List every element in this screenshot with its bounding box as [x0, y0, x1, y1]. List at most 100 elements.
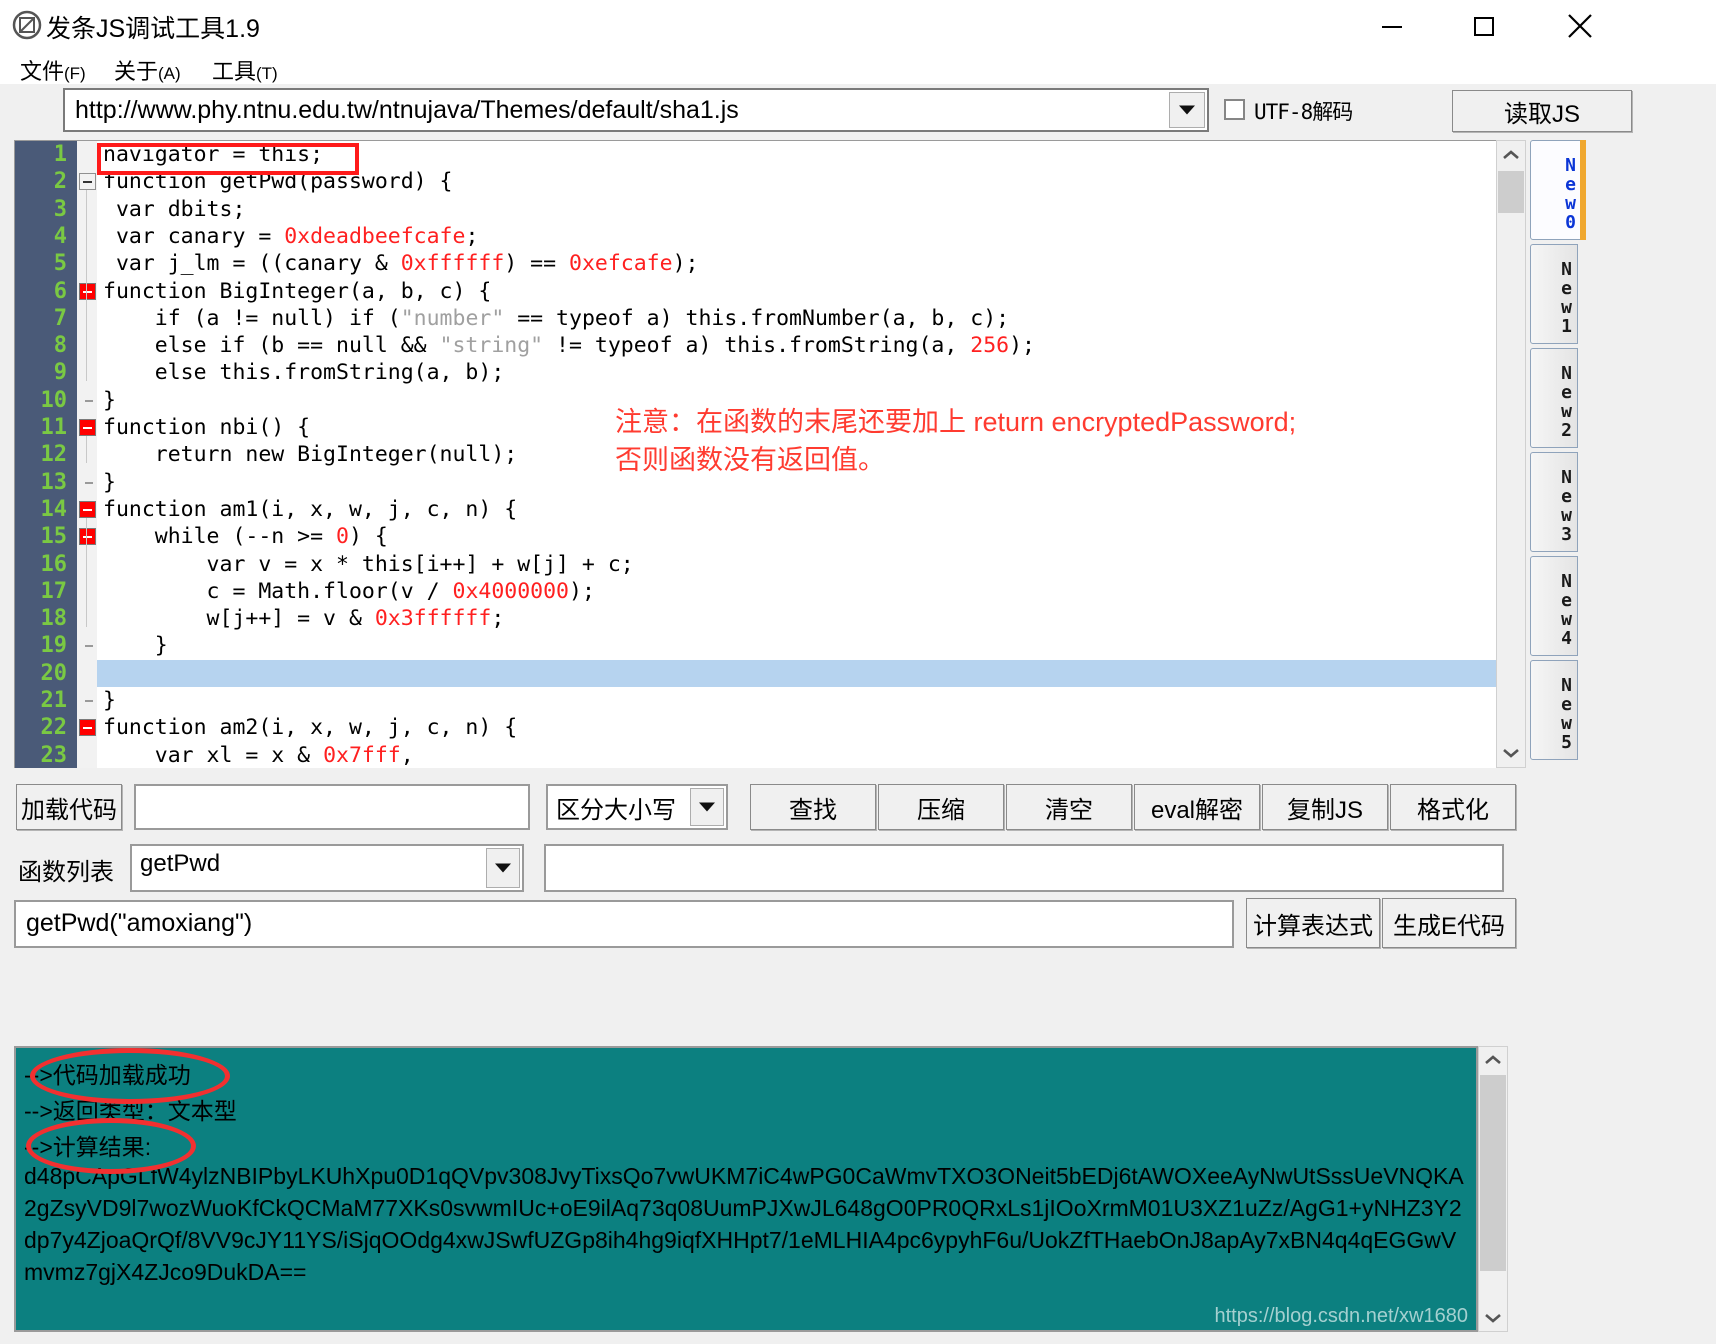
expression-input-value[interactable]: getPwd("amoxiang") [26, 909, 252, 938]
eval-decrypt-button[interactable]: eval解密 [1134, 784, 1260, 830]
case-sensitivity-dropdown-button[interactable] [690, 788, 724, 826]
highlight-box-annotation [97, 143, 359, 175]
url-input[interactable]: http://www.phy.ntnu.edu.tw/ntnujava/Them… [75, 96, 739, 125]
scroll-down-button[interactable] [1497, 739, 1525, 767]
console-scroll-up-button[interactable] [1479, 1047, 1507, 1073]
close-button[interactable] [1534, 0, 1626, 52]
url-combobox[interactable]: http://www.phy.ntnu.edu.tw/ntnujava/Them… [63, 88, 1209, 132]
utf8-checkbox[interactable] [1224, 99, 1245, 120]
document-tab-new1[interactable]: New1 [1530, 244, 1578, 344]
fold-toggle-icon[interactable] [79, 283, 96, 300]
document-tab-new3[interactable]: New3 [1530, 452, 1578, 552]
code-line[interactable]: while (--n >= 0) { [103, 523, 388, 550]
function-list-dropdown-button[interactable] [486, 848, 520, 888]
menu-tools-key: (T) [256, 64, 278, 83]
code-line[interactable]: } [103, 632, 168, 659]
code-line[interactable]: } [103, 469, 116, 496]
function-list-select[interactable]: getPwd [130, 844, 524, 892]
case-sensitivity-select[interactable]: 区分大小写 [546, 784, 728, 830]
fold-toggle-icon[interactable] [79, 173, 96, 190]
scroll-up-button[interactable] [1497, 141, 1525, 169]
document-tab-label: New0 [1531, 141, 1581, 239]
code-line[interactable]: var dbits; [103, 196, 245, 223]
output-console[interactable]: -->代码加载成功 -->返回类型：文本型 -->计算结果: d48pCApGL… [14, 1046, 1478, 1332]
url-bar-row: http://www.phy.ntnu.edu.tw/ntnujava/Them… [0, 88, 1716, 138]
case-sensitivity-value: 区分大小写 [556, 790, 676, 825]
fold-toggle-icon[interactable] [79, 501, 96, 518]
document-tabstrip[interactable]: New0 New1New2New3New4New5 [1530, 140, 1590, 768]
fold-column [77, 141, 97, 768]
code-line[interactable]: function am2(i, x, w, j, c, n) { [103, 714, 517, 741]
console-vertical-scrollbar[interactable] [1478, 1046, 1508, 1332]
line-number: 11 [15, 414, 67, 441]
line-number: 4 [15, 223, 67, 250]
line-number: 7 [15, 305, 67, 332]
code-line[interactable]: w[j++] = v & 0x3ffffff; [103, 605, 504, 632]
document-tab-new0[interactable]: New0 [1530, 140, 1582, 240]
code-line[interactable]: var canary = 0xdeadbeefcafe; [103, 223, 478, 250]
code-line[interactable]: var v = x * this[i++] + w[j] + c; [103, 551, 634, 578]
code-line[interactable]: function am1(i, x, w, j, c, n) { [103, 496, 517, 523]
calc-expression-button[interactable]: 计算表达式 [1246, 898, 1380, 948]
chevron-down-icon [699, 803, 715, 812]
line-number: 5 [15, 250, 67, 277]
active-tab-marker [1580, 140, 1586, 240]
menu-about-label: 关于 [114, 59, 158, 84]
fold-guide-line [86, 436, 87, 463]
url-dropdown-button[interactable] [1169, 92, 1205, 128]
fold-toggle-icon[interactable] [79, 419, 96, 436]
fold-end-marker [85, 400, 93, 402]
menu-file-key: (F) [64, 64, 86, 83]
read-js-button[interactable]: 读取JS [1452, 90, 1632, 132]
console-scrollbar-thumb[interactable] [1480, 1075, 1506, 1271]
fold-toggle-icon[interactable] [79, 719, 96, 736]
menu-tools[interactable]: 工具(T) [208, 52, 282, 88]
red-note-annotation: 注意：在函数的末尾还要加上 return encryptedPassword; … [615, 403, 1296, 479]
code-line[interactable]: else this.fromString(a, b); [103, 359, 504, 386]
menu-bar: 文件(F) 关于(A) 工具(T) [0, 52, 1716, 84]
annotation-ellipse-result [26, 1118, 196, 1174]
menu-file[interactable]: 文件(F) [16, 52, 90, 88]
document-tab-new4[interactable]: New4 [1530, 556, 1578, 656]
document-tab-new2[interactable]: New2 [1530, 348, 1578, 448]
code-editor[interactable]: navigator = this;function getPwd(passwor… [14, 140, 1496, 768]
editor-vertical-scrollbar[interactable] [1496, 140, 1526, 768]
maximize-button[interactable] [1438, 0, 1530, 52]
code-line[interactable]: } [103, 387, 116, 414]
menu-about-key: (A) [158, 64, 181, 83]
menu-tools-label: 工具 [212, 59, 256, 84]
app-icon [12, 10, 42, 40]
line-number: 15 [15, 523, 67, 550]
line-number: 10 [15, 387, 67, 414]
code-line[interactable]: if (a != null) if ("number" == typeof a)… [103, 305, 1009, 332]
document-tab-new5[interactable]: New5 [1530, 660, 1578, 760]
code-line[interactable]: function nbi() { [103, 414, 310, 441]
menu-about[interactable]: 关于(A) [110, 52, 185, 88]
search-input[interactable] [134, 784, 530, 830]
compress-button[interactable]: 压缩 [878, 784, 1004, 830]
load-code-button[interactable]: 加载代码 [16, 784, 122, 830]
scrollbar-thumb[interactable] [1498, 171, 1524, 213]
code-line[interactable]: function BigInteger(a, b, c) { [103, 278, 491, 305]
fold-toggle-icon[interactable] [79, 528, 96, 545]
console-scroll-down-button[interactable] [1479, 1305, 1507, 1331]
line-number: 9 [15, 359, 67, 386]
code-line[interactable]: var j_lm = ((canary & 0xffffff) == 0xefc… [103, 250, 698, 277]
minimize-button[interactable] [1346, 0, 1438, 52]
function-side-input[interactable] [544, 844, 1504, 892]
code-line[interactable]: } [103, 687, 116, 714]
code-line[interactable]: else if (b == null && "string" != typeof… [103, 332, 1035, 359]
line-number: 20 [15, 660, 67, 687]
function-list-value: getPwd [140, 850, 220, 878]
copy-js-button[interactable]: 复制JS [1262, 784, 1388, 830]
format-button[interactable]: 格式化 [1390, 784, 1516, 830]
code-line[interactable]: var xl = x & 0x7fff, [103, 742, 414, 768]
generate-e-code-button[interactable]: 生成E代码 [1382, 898, 1516, 948]
fold-end-marker [85, 700, 93, 702]
utf8-checkbox-wrapper[interactable]: UTF-8解码 [1224, 96, 1424, 126]
clear-button[interactable]: 清空 [1006, 784, 1132, 830]
find-button[interactable]: 查找 [750, 784, 876, 830]
expression-input[interactable]: getPwd("amoxiang") [14, 900, 1234, 948]
code-line[interactable]: c = Math.floor(v / 0x4000000); [103, 578, 595, 605]
code-line[interactable]: return new BigInteger(null); [103, 441, 517, 468]
